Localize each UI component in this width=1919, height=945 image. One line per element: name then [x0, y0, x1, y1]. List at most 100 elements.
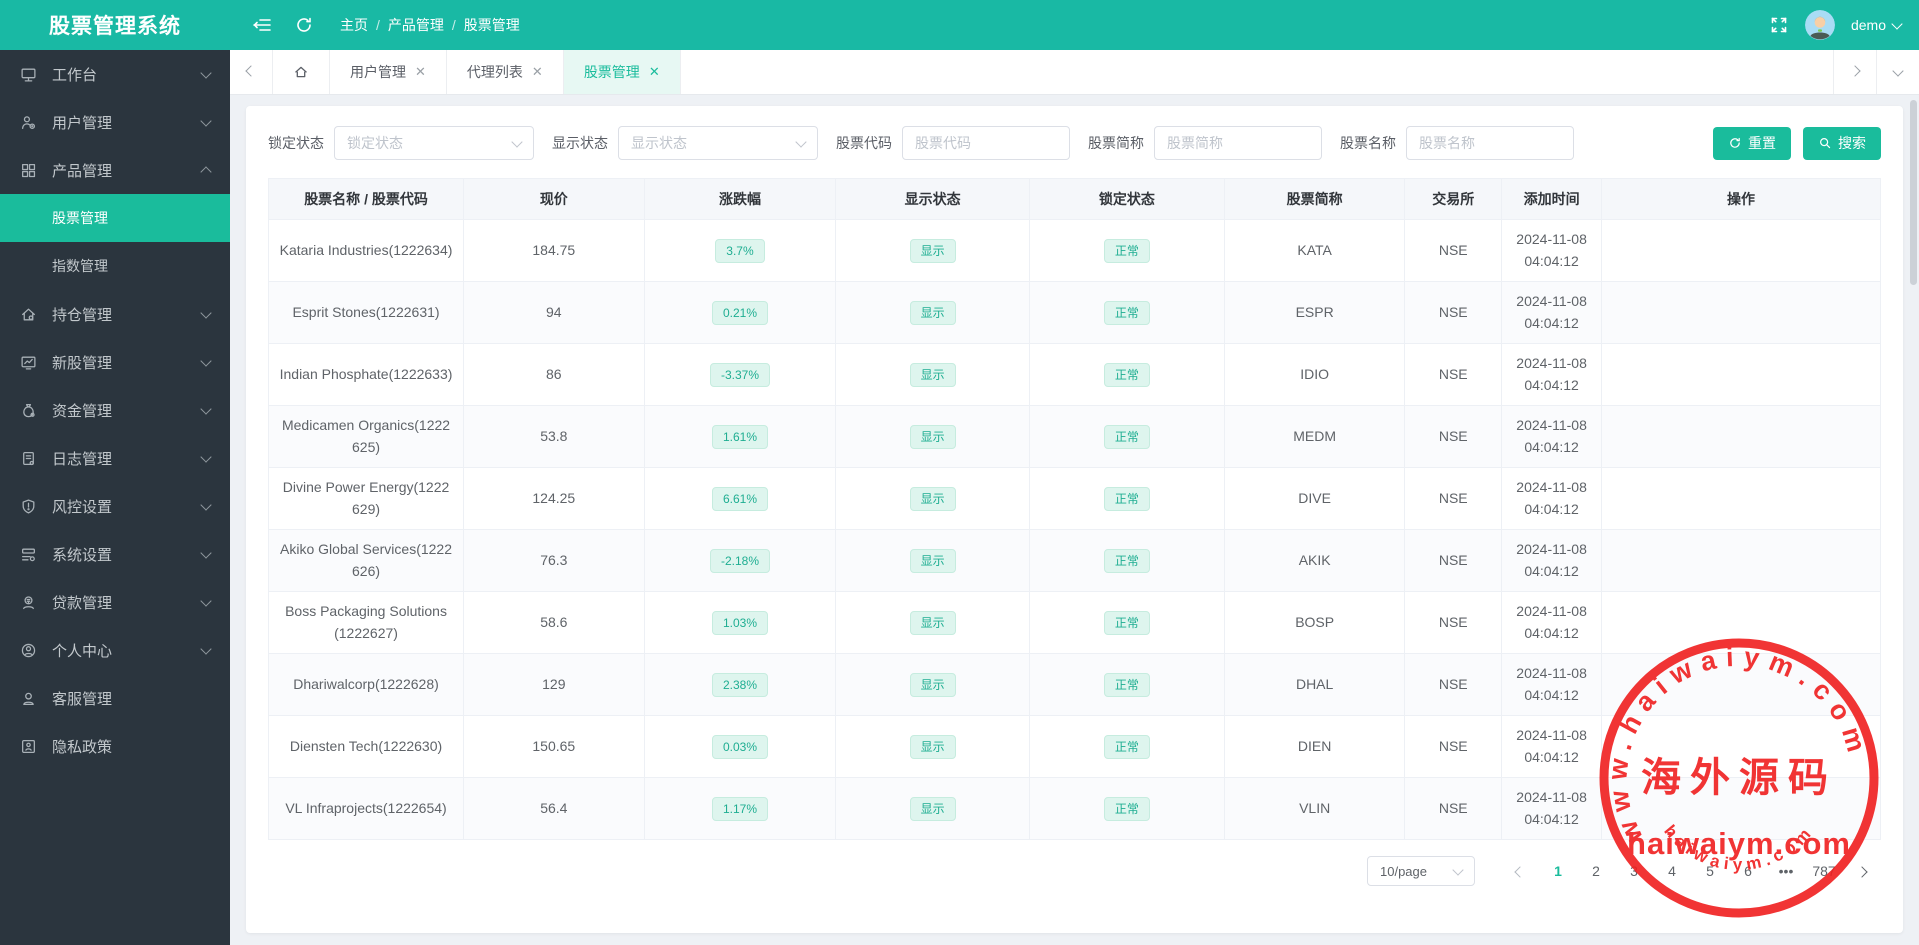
pager-page-6[interactable]: 6 [1729, 863, 1767, 879]
chevron-down-icon [200, 594, 212, 607]
breadcrumb-home[interactable]: 主页 [340, 15, 368, 35]
short-name-cell: VLIN [1223, 777, 1406, 840]
sidebar-item-4[interactable]: 指数管理 [0, 242, 230, 290]
sidebar-item-12[interactable]: 个人中心 [0, 626, 230, 674]
lock-status-badge: 正常 [1103, 300, 1150, 325]
reset-refresh-icon [1730, 137, 1740, 148]
display-status-badge: 显示 [909, 672, 956, 697]
sidebar-item-label: 隐私政策 [52, 738, 113, 756]
pager-page-4[interactable]: 4 [1653, 863, 1691, 879]
money-bag-icon [20, 402, 37, 419]
collapse-menu-icon[interactable] [252, 15, 272, 35]
column-header-7: 添加时间 [1501, 178, 1603, 220]
fullscreen-icon[interactable] [1769, 15, 1789, 35]
stock-list-card: 锁定状态 锁定状态 显示状态 显示状态 股票代码 股票代码 股票简称 股票简称 股票名称 股票名称… [246, 106, 1903, 933]
sidebar-item-10[interactable]: 系统设置 [0, 530, 230, 578]
actions-cell [1601, 777, 1881, 840]
lock-status-cell: 正常 [1028, 467, 1225, 530]
search-button[interactable]: 搜索 [1803, 126, 1881, 160]
close-icon[interactable]: ✕ [415, 64, 426, 80]
page-size-select[interactable]: 10/page [1367, 856, 1475, 886]
server-gear-icon [20, 546, 37, 563]
change-badge: 0.21% [711, 300, 768, 325]
display-status-cell: 显示 [835, 219, 1030, 282]
sidebar-item-2[interactable]: 产品管理 [0, 146, 230, 194]
lock-status-cell: 正常 [1028, 591, 1225, 654]
added-time-cell: 2024-11-08 04:04:12 [1501, 219, 1603, 282]
actions-cell [1601, 219, 1881, 282]
filter-label: 显示状态 [552, 135, 608, 151]
breadcrumb-level1[interactable]: 产品管理 [388, 15, 444, 35]
sidebar-item-3[interactable]: 股票管理 [0, 194, 230, 242]
tab-0[interactable]: 用户管理 ✕ [330, 50, 447, 94]
sidebar-item-9[interactable]: 风控设置 [0, 482, 230, 530]
pager-page-3[interactable]: 3 [1615, 863, 1653, 879]
sidebar-item-0[interactable]: 工作台 [0, 50, 230, 98]
reset-button[interactable]: 重置 [1713, 126, 1791, 160]
chevron-up-icon [200, 166, 212, 178]
chevron-down-icon [200, 66, 212, 79]
sidebar-item-label: 用户管理 [52, 114, 113, 132]
main-content: 锁定状态 锁定状态 显示状态 显示状态 股票代码 股票代码 股票简称 股票简称 股票名称 股票名称… [230, 94, 1919, 945]
tabs-menu-dropdown[interactable] [1876, 50, 1919, 94]
pager-page-2[interactable]: 2 [1577, 863, 1615, 879]
short-name-cell: DIEN [1223, 715, 1406, 778]
exchange-cell: NSE [1404, 653, 1503, 716]
tab-home[interactable] [273, 50, 330, 94]
lock-status-badge: 正常 [1103, 486, 1150, 511]
pager-page-787[interactable]: 787 [1805, 863, 1843, 879]
refresh-icon[interactable] [294, 15, 314, 35]
filter-select-1[interactable]: 显示状态 [618, 126, 818, 160]
tabs-scroll-left[interactable] [230, 50, 273, 94]
short-name-cell: DHAL [1223, 653, 1406, 716]
lock-status-cell: 正常 [1028, 653, 1225, 716]
table-row-7: Dhariwalcorp(1222628) 129 2.38% 显示 正常 DHAL NSE… [267, 653, 1881, 716]
sidebar-item-14[interactable]: 隐私政策 [0, 722, 230, 770]
sidebar-item-label: 股票管理 [52, 210, 108, 226]
sidebar-item-5[interactable]: 持仓管理 [0, 290, 230, 338]
short-name-cell: AKIK [1223, 529, 1406, 592]
actions-cell [1601, 405, 1881, 468]
sidebar-item-label: 指数管理 [52, 258, 108, 274]
chevron-down-icon [200, 642, 212, 655]
filter-input-4[interactable]: 股票名称 [1406, 126, 1574, 160]
sidebar-item-7[interactable]: 资金管理 [0, 386, 230, 434]
tab-2[interactable]: 股票管理 ✕ [563, 50, 681, 94]
change-cell: 1.03% [643, 591, 837, 654]
tabs-scroll-right[interactable] [1833, 50, 1876, 94]
close-icon[interactable]: ✕ [649, 64, 660, 80]
sidebar-item-label: 资金管理 [52, 402, 113, 420]
sidebar-item-11[interactable]: 贷款管理 [0, 578, 230, 626]
filter-select-0[interactable]: 锁定状态 [334, 126, 534, 160]
username: demo [1850, 17, 1886, 33]
sidebar-item-label: 工作台 [52, 66, 98, 84]
vertical-scrollbar-thumb[interactable] [1910, 100, 1917, 285]
filter-input-2[interactable]: 股票代码 [902, 126, 1070, 160]
pager-ellipsis[interactable]: ••• [1767, 863, 1805, 879]
column-header-5: 股票简称 [1223, 178, 1406, 220]
stock-name-cell: Medicamen Organics(1222625) [267, 405, 465, 468]
sidebar-item-13[interactable]: 客服管理 [0, 674, 230, 722]
added-time-cell: 2024-11-08 04:04:12 [1501, 591, 1603, 654]
added-time-cell: 2024-11-08 04:04:12 [1501, 281, 1603, 344]
display-status-badge: 显示 [909, 300, 956, 325]
lock-status-badge: 正常 [1103, 796, 1150, 821]
breadcrumb-level2[interactable]: 股票管理 [464, 15, 520, 35]
tab-1[interactable]: 代理列表 ✕ [447, 50, 564, 94]
price-cell: 76.3 [463, 529, 645, 592]
filter-input-3[interactable]: 股票简称 [1154, 126, 1322, 160]
close-icon[interactable]: ✕ [532, 64, 543, 80]
change-badge: 1.03% [711, 610, 768, 635]
sidebar-item-6[interactable]: 新股管理 [0, 338, 230, 386]
sidebar-item-8[interactable]: 日志管理 [0, 434, 230, 482]
pager-page-5[interactable]: 5 [1691, 863, 1729, 879]
change-badge: 0.03% [711, 734, 768, 759]
sidebar-item-1[interactable]: 用户管理 [0, 98, 230, 146]
pager-page-1[interactable]: 1 [1539, 863, 1577, 879]
pager-next[interactable] [1843, 863, 1881, 879]
sidebar-item-label: 日志管理 [52, 450, 113, 468]
user-menu[interactable]: demo [1850, 17, 1903, 33]
pager-prev[interactable] [1501, 863, 1539, 879]
actions-cell [1601, 715, 1881, 778]
tab-label: 代理列表 [466, 64, 523, 80]
